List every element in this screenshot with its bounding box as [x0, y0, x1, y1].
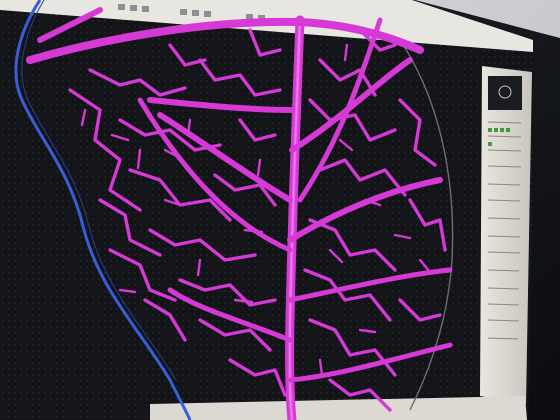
toolbar-icon[interactable] [118, 4, 125, 10]
monitor-photo [0, 0, 560, 420]
cad-canvas [0, 0, 535, 420]
properties-panel[interactable] [480, 66, 532, 404]
pointer-icon[interactable] [180, 9, 187, 15]
toolbar-icon[interactable] [130, 5, 137, 11]
grid-icon[interactable] [192, 10, 199, 16]
layer-icon[interactable] [204, 11, 211, 17]
panel-preview-box [488, 76, 522, 110]
zoom-icon[interactable] [142, 6, 149, 12]
